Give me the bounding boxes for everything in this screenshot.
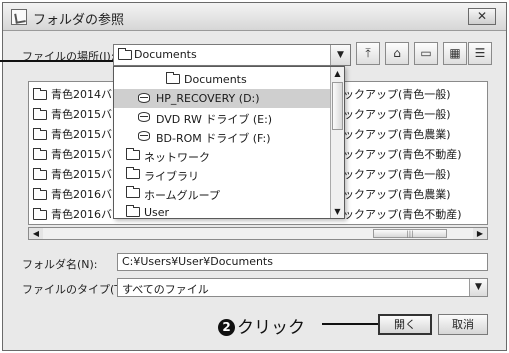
open-button[interactable]: 開く	[378, 314, 432, 335]
dropdown-item-documents[interactable]: Documents	[114, 70, 330, 89]
callout-line	[0, 60, 114, 62]
list-item[interactable]: 青色2015バッ	[33, 126, 123, 142]
list-item-text[interactable]: ックアップ(青色農業)	[343, 186, 451, 202]
list-item[interactable]: 青色2015バッ	[33, 166, 123, 182]
folder-icon	[118, 48, 132, 60]
lookin-dropdown-list[interactable]: Documents HP_RECOVERY (D:) DVD RW ドライブ (…	[113, 66, 345, 219]
click-annotation: 2 クリック	[218, 313, 305, 338]
list-item-text[interactable]: ックアップ(青色一般)	[343, 86, 451, 102]
scroll-down-icon[interactable]: ▼	[331, 205, 344, 218]
scroll-left-icon[interactable]: ◀	[29, 228, 43, 239]
drive-icon	[138, 112, 150, 122]
list-item-text[interactable]: ックアップ(青色一般)	[343, 106, 451, 122]
folder-icon	[126, 205, 140, 217]
lookin-value: Documents	[134, 48, 197, 61]
cancel-button[interactable]: 取消	[438, 314, 488, 335]
folder-icon	[33, 148, 47, 160]
scroll-right-icon[interactable]: ▶	[473, 228, 487, 239]
details-view-button[interactable]: ☰	[468, 42, 492, 65]
folder-name-field[interactable]: C:¥Users¥User¥Documents	[117, 253, 488, 271]
folder-icon	[33, 188, 47, 200]
dropdown-item-hp-recovery[interactable]: HP_RECOVERY (D:)	[114, 89, 330, 108]
home-button[interactable]: ⌂	[385, 42, 409, 65]
close-button[interactable]: ✕	[468, 8, 496, 25]
dropdown-item-homegroup[interactable]: ホームグループ	[114, 184, 330, 203]
file-type-label: ファイルのタイプ(T):	[22, 283, 130, 296]
folder-icon	[33, 128, 47, 140]
list-item-text[interactable]: ックアップ(青色一般)	[343, 166, 451, 182]
list-item[interactable]: 青色2015バッ	[33, 146, 123, 162]
scroll-up-icon[interactable]: ▲	[331, 67, 344, 80]
chevron-down-icon[interactable]: ▼	[330, 45, 350, 65]
dialog-title: フォルダの参照	[33, 13, 125, 28]
folder-icon	[126, 186, 140, 198]
list-item-text[interactable]: ックアップ(青色不動産)	[343, 146, 462, 162]
folder-icon	[33, 208, 47, 220]
list-item[interactable]: 青色2016バッ	[33, 206, 123, 222]
horizontal-scrollbar[interactable]: ◀ ||| ▶	[28, 227, 488, 240]
folder-icon	[33, 88, 47, 100]
vertical-scrollbar[interactable]: ▲ ▼	[330, 67, 344, 218]
dropdown-item-bd-rom[interactable]: BD-ROM ドライブ (F:)	[114, 127, 330, 146]
scroll-thumb[interactable]: |||	[373, 229, 447, 238]
java-app-icon	[11, 9, 27, 25]
chevron-down-icon[interactable]: ▼	[469, 279, 487, 296]
new-folder-button[interactable]: ▭	[414, 42, 438, 65]
folder-icon	[33, 108, 47, 120]
list-item[interactable]: 青色2014バッ	[33, 86, 123, 102]
list-item-text[interactable]: ックアップ(青色不動産)	[343, 206, 462, 222]
dropdown-item-network[interactable]: ネットワーク	[114, 146, 330, 165]
folder-icon	[126, 148, 140, 160]
list-view-button[interactable]: ▦	[443, 42, 467, 65]
callout-line	[322, 323, 378, 325]
annotation-text: クリック	[237, 318, 305, 338]
dropdown-item-dvd-rw[interactable]: DVD RW ドライブ (E:)	[114, 108, 330, 127]
drive-icon	[138, 131, 150, 141]
up-one-level-button[interactable]: ⤒	[356, 42, 380, 65]
file-type-value: すべてのファイル	[122, 283, 209, 296]
list-item-text[interactable]: ックアップ(青色農業)	[343, 126, 451, 142]
folder-icon	[166, 72, 180, 84]
drive-icon	[138, 93, 150, 103]
list-item[interactable]: 青色2016バッ	[33, 186, 123, 202]
title-bar[interactable]: フォルダの参照 ✕	[3, 3, 506, 31]
folder-icon	[126, 167, 140, 179]
folder-name-label: フォルダ名(N):	[22, 258, 98, 271]
file-type-combo[interactable]: すべてのファイル ▼	[117, 278, 488, 297]
dropdown-item-user[interactable]: User	[114, 203, 330, 222]
step-number-badge: 2	[218, 319, 235, 336]
lookin-combo[interactable]: Documents ▼	[113, 44, 351, 66]
list-item[interactable]: 青色2015バッ	[33, 106, 123, 122]
folder-icon	[33, 168, 47, 180]
dropdown-item-library[interactable]: ライブラリ	[114, 165, 330, 184]
scroll-thumb[interactable]	[332, 82, 343, 130]
